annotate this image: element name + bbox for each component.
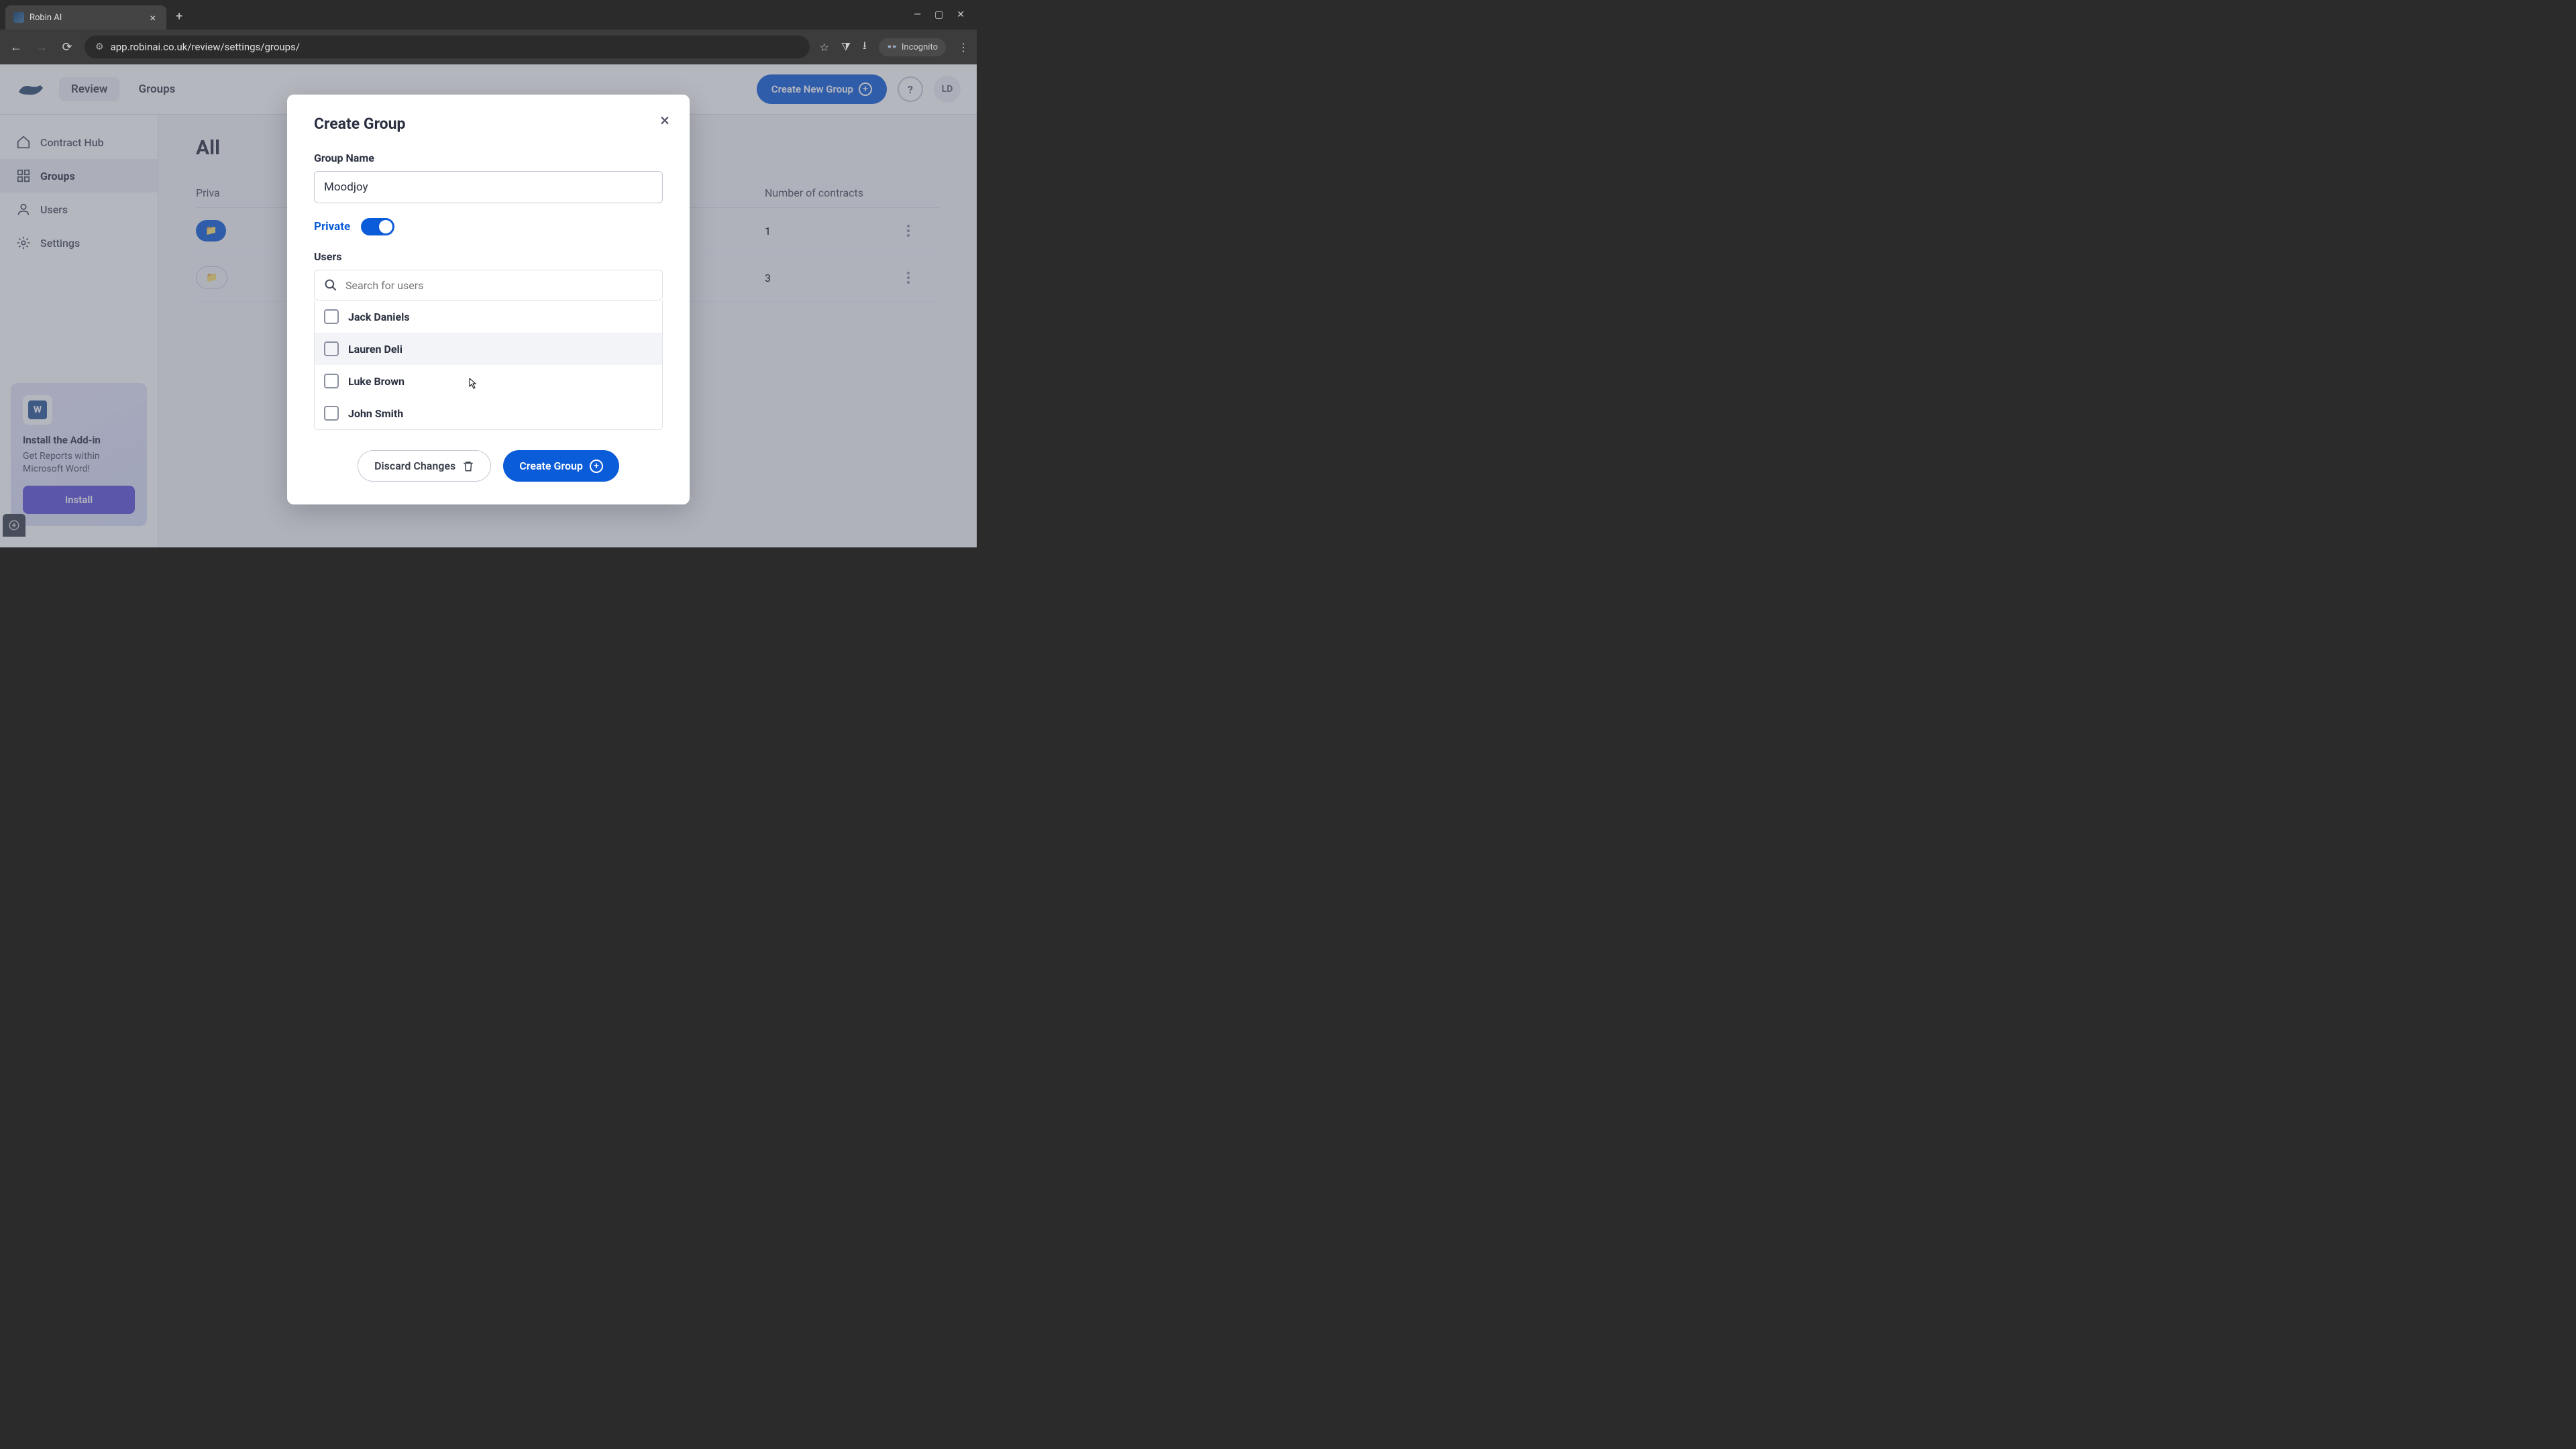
downloads-icon[interactable]: ⭳	[863, 38, 867, 56]
back-button[interactable]: ←	[8, 40, 24, 54]
user-name: Luke Brown	[348, 375, 405, 388]
minimize-icon[interactable]: —	[914, 9, 921, 20]
site-settings-icon[interactable]: ⚙	[95, 42, 104, 52]
discard-label: Discard Changes	[374, 460, 455, 472]
user-item[interactable]: Lauren Deli	[315, 333, 662, 365]
address-bar: ← → ⟳ ⚙ app.robinai.co.uk/review/setting…	[0, 30, 977, 64]
user-item[interactable]: John Smith	[315, 397, 662, 429]
user-item[interactable]: Luke Brown	[315, 365, 662, 397]
tab-bar: Robin AI × + — ▢ ✕	[0, 0, 977, 30]
reload-button[interactable]: ⟳	[59, 40, 75, 54]
app-root: Review Groups Create New Group + ? LD Co…	[0, 64, 977, 547]
users-label: Users	[314, 250, 663, 263]
private-label: Private	[314, 220, 350, 233]
url-text: app.robinai.co.uk/review/settings/groups…	[111, 41, 300, 53]
close-modal-button[interactable]: ×	[660, 111, 669, 131]
forward-button[interactable]: →	[34, 40, 50, 54]
user-checkbox[interactable]	[324, 406, 339, 421]
create-label: Create Group	[519, 460, 583, 472]
plus-circle-icon: +	[590, 460, 603, 473]
modal-overlay[interactable]: Create Group × Group Name Private Users …	[0, 64, 977, 547]
discard-changes-button[interactable]: Discard Changes	[358, 450, 491, 482]
user-checkbox[interactable]	[324, 341, 339, 356]
browser-menu-icon[interactable]: ⋮	[958, 41, 969, 54]
favicon-icon	[13, 12, 24, 23]
modal-actions: Discard Changes Create Group +	[314, 450, 663, 482]
incognito-badge[interactable]: 👓 Incognito	[879, 38, 946, 56]
group-name-input[interactable]	[314, 171, 663, 203]
toggle-knob	[379, 220, 392, 233]
user-name: Jack Daniels	[348, 311, 410, 323]
browser-tab[interactable]: Robin AI ×	[5, 5, 166, 30]
user-search-input[interactable]	[345, 279, 653, 292]
tab-title: Robin AI	[30, 13, 147, 23]
user-name: Lauren Deli	[348, 343, 402, 356]
user-search-box[interactable]	[314, 270, 663, 301]
new-tab-button[interactable]: +	[169, 9, 189, 23]
trash-icon	[462, 460, 474, 472]
extensions-icon[interactable]: ⧩	[841, 40, 851, 54]
user-name: John Smith	[348, 407, 403, 420]
user-checkbox[interactable]	[324, 309, 339, 324]
modal-title: Create Group	[314, 115, 663, 133]
search-icon	[324, 278, 337, 292]
incognito-icon: 👓	[887, 42, 898, 52]
user-checkbox[interactable]	[324, 374, 339, 388]
private-toggle[interactable]	[361, 218, 394, 235]
close-tab-icon[interactable]: ×	[147, 11, 158, 24]
create-group-modal: Create Group × Group Name Private Users …	[287, 95, 690, 504]
create-group-button[interactable]: Create Group +	[503, 450, 619, 482]
user-list: Jack Daniels Lauren Deli Luke Brown John…	[314, 301, 663, 430]
url-field[interactable]: ⚙ app.robinai.co.uk/review/settings/grou…	[85, 36, 810, 58]
private-toggle-row: Private	[314, 218, 663, 235]
close-window-icon[interactable]: ✕	[957, 9, 965, 20]
browser-chrome: Robin AI × + — ▢ ✕ ← → ⟳ ⚙ app.robinai.c…	[0, 0, 977, 64]
user-item[interactable]: Jack Daniels	[315, 301, 662, 333]
window-controls: — ▢ ✕	[914, 9, 971, 20]
group-name-label: Group Name	[314, 152, 663, 164]
maximize-icon[interactable]: ▢	[934, 9, 943, 20]
incognito-label: Incognito	[902, 42, 938, 52]
bookmark-icon[interactable]: ☆	[819, 41, 828, 54]
